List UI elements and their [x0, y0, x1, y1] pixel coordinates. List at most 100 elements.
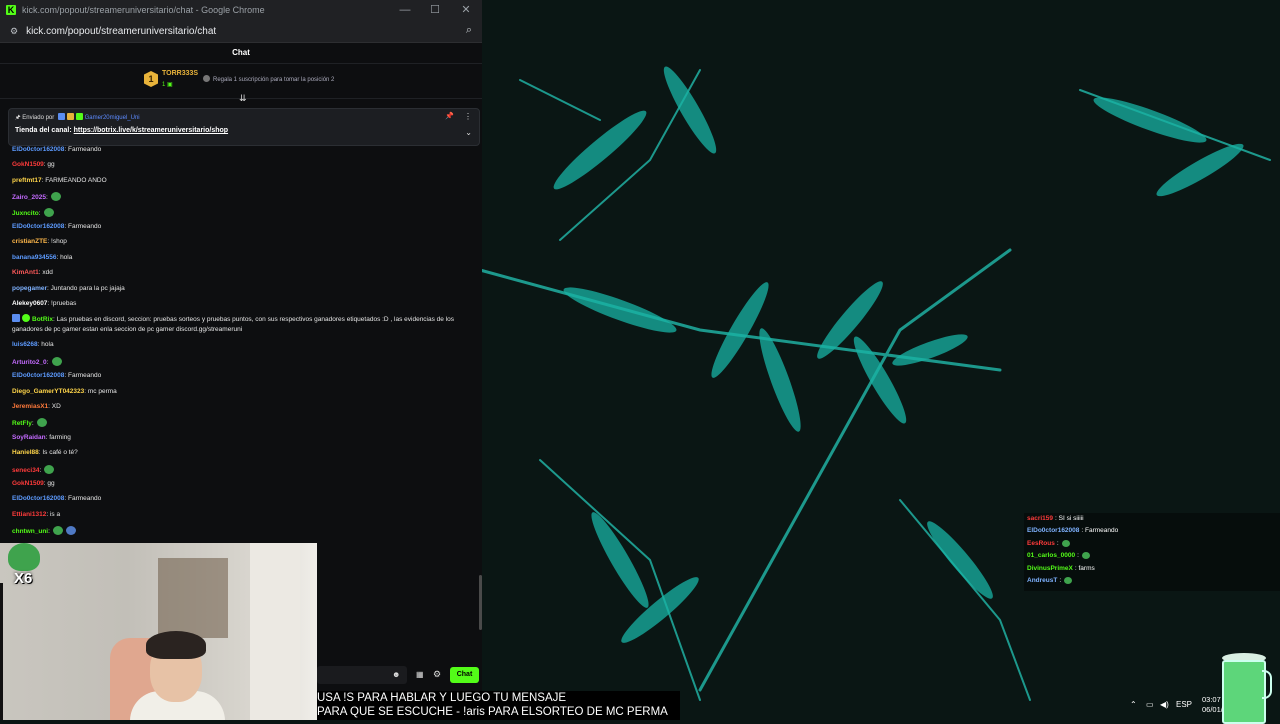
overlay-username: DivinusPrimeX — [1027, 564, 1073, 572]
chat-username[interactable]: Arturito2_0 — [12, 359, 47, 366]
chat-username[interactable]: preftmt17 — [12, 177, 42, 184]
chat-message-text: : Farmeando — [64, 372, 102, 380]
chat-message-text: : hola — [56, 253, 73, 261]
overlay-username: EesRous — [1027, 539, 1055, 547]
language-indicator[interactable]: ESP — [1176, 700, 1192, 709]
chat-username[interactable]: GokN1509 — [12, 161, 44, 168]
chat-message: Arturito2_0: — [12, 356, 62, 366]
overlay-chat-message: EesRous: — [1027, 539, 1070, 547]
more-options-icon[interactable]: ⋮ — [464, 112, 472, 121]
chat-username[interactable]: luis6268 — [12, 341, 38, 348]
window-titlebar: K kick.com/popout/streameruniversitario/… — [0, 0, 482, 20]
send-chat-button[interactable]: Chat — [450, 667, 479, 683]
chevron-up-icon[interactable]: ⌃ — [1130, 700, 1137, 709]
maximize-button[interactable]: ☐ — [428, 3, 442, 17]
chat-username[interactable]: cristianZTE — [12, 238, 47, 245]
minimize-button[interactable]: — — [398, 3, 412, 17]
gift-icon: ▣ — [167, 82, 173, 88]
gift-leaderboard: 1 TORR333S 1 ▣ Regala 1 suscripción para… — [0, 64, 482, 103]
chat-message-text: : !shop — [47, 238, 67, 246]
zoom-icon[interactable]: ⌕ — [466, 24, 472, 37]
chat-username[interactable]: Alekey0607 — [12, 300, 47, 307]
gift-sub-icon — [203, 75, 210, 82]
chat-username[interactable]: KimAnt1 — [12, 269, 39, 276]
chat-username[interactable]: ElDo0ctor162008 — [12, 495, 64, 502]
chevron-down-icon[interactable]: ⌄ — [465, 128, 472, 137]
chat-message-text: : — [39, 466, 42, 474]
badge-icon — [66, 113, 74, 120]
frog-emote-icon — [8, 543, 40, 571]
chat-username[interactable]: Juxncito — [12, 210, 39, 217]
emote-icon[interactable] — [43, 207, 54, 217]
chat-message: ElDo0ctor162008: Farmeando — [12, 146, 101, 153]
clock[interactable]: 03:07 06/01/ — [1202, 695, 1223, 715]
chat-username[interactable]: GokN1509 — [12, 480, 44, 487]
gear-icon[interactable]: ⚙ — [433, 669, 441, 680]
store-link[interactable]: https://botrix.live/k/streameruniversita… — [74, 127, 228, 134]
emote-icon[interactable] — [50, 192, 61, 202]
store-icon[interactable]: ▦ — [416, 670, 424, 679]
overlay-message-text: : farms — [1074, 564, 1095, 572]
subtitle-line-1: USA !S PARA HABLAR Y LUEGO TU MENSAJE — [317, 692, 567, 704]
chat-message-text: : — [31, 420, 34, 428]
overlay-chat-message: 01_carlos_0000: — [1027, 552, 1090, 560]
chat-username[interactable]: ElDo0ctor162008 — [12, 372, 64, 379]
chat-username[interactable]: Zairo_2025 — [12, 194, 46, 201]
emote-icon[interactable] — [44, 464, 55, 474]
webcam-person-hair — [146, 631, 206, 659]
volume-icon[interactable]: ◀) — [1160, 700, 1169, 709]
chat-message-text: : — [45, 194, 48, 202]
chat-message: Alekey0607: !pruebas — [12, 300, 76, 307]
pin-small-icon: 🖈 — [15, 115, 21, 121]
chat-username[interactable]: BotRix — [32, 316, 53, 323]
webcam-feed — [0, 543, 317, 720]
chat-message-text: : mc perma — [84, 387, 117, 395]
rank-badge: 1 — [144, 71, 158, 87]
network-icon[interactable]: ▭ — [1146, 700, 1154, 709]
chat-message: ElDo0ctor162008: Farmeando — [12, 223, 101, 230]
overlay-message-text: : — [1077, 552, 1079, 560]
chat-message: ElDo0ctor162008: Farmeando — [12, 372, 101, 379]
chat-username[interactable]: SoyRaidan — [12, 434, 46, 441]
chat-username[interactable]: ElDo0ctor162008 — [12, 223, 64, 230]
chat-message: chntwn_uni: — [12, 526, 76, 536]
emote-icon[interactable] — [52, 526, 63, 536]
bot-badge-icon — [12, 314, 20, 323]
pinned-sender[interactable]: Gamer20miguel_Uni — [85, 115, 140, 121]
overlay-username: AndreusT — [1027, 577, 1058, 584]
chat-message-text: : — [38, 209, 41, 217]
top-gifter-name[interactable]: TORR333S — [162, 70, 198, 77]
chat-username[interactable]: popegamer — [12, 285, 47, 292]
chat-message: GokN1509: gg — [12, 161, 55, 168]
chat-username[interactable]: Haniel88 — [12, 449, 39, 456]
chat-username[interactable]: RetFly — [12, 420, 32, 427]
scroll-down-icon[interactable]: ⇊ — [239, 93, 247, 104]
emote-icon[interactable] — [65, 526, 76, 536]
overlay-username: ElDo0ctor162008 — [1027, 527, 1080, 535]
chat-message-text: : Farmeando — [64, 495, 102, 503]
close-button[interactable]: ✕ — [459, 3, 473, 17]
site-info-icon[interactable]: ⚙ — [10, 26, 18, 37]
emoji-icon[interactable]: ☻ — [392, 670, 400, 679]
chat-username[interactable]: seneci34 — [12, 467, 39, 474]
chat-username[interactable]: chntwn_uni — [12, 528, 48, 535]
emote-icon[interactable] — [36, 418, 47, 428]
chat-username[interactable]: ElDo0ctor162008 — [12, 146, 64, 153]
chat-username[interactable]: banana934556 — [12, 254, 56, 261]
chat-message: ElDo0ctor162008: Farmeando — [12, 495, 101, 502]
chat-scrollbar[interactable] — [479, 575, 482, 630]
chat-username[interactable]: Ettiani1312 — [12, 511, 46, 518]
address-bar[interactable]: ⚙ kick.com/popout/streameruniversitario/… — [0, 20, 482, 43]
url-text[interactable]: kick.com/popout/streameruniversitario/ch… — [26, 26, 216, 37]
chat-username[interactable]: JeremiasX1 — [12, 403, 48, 410]
badge-icon — [57, 113, 65, 120]
emote-icon[interactable] — [51, 356, 62, 366]
chat-message: RetFly: — [12, 418, 47, 428]
chat-message-text: : !pruebas — [47, 300, 77, 307]
pin-icon[interactable]: 📌 — [445, 112, 454, 120]
multiplier-overlay: X6 — [4, 543, 44, 591]
chat-username[interactable]: Diego_GamerYT042323 — [12, 388, 84, 395]
chat-message-text: : xdd — [38, 269, 53, 277]
kick-logo-icon: K — [6, 5, 16, 15]
chat-message: GokN1509: gg — [12, 480, 55, 487]
